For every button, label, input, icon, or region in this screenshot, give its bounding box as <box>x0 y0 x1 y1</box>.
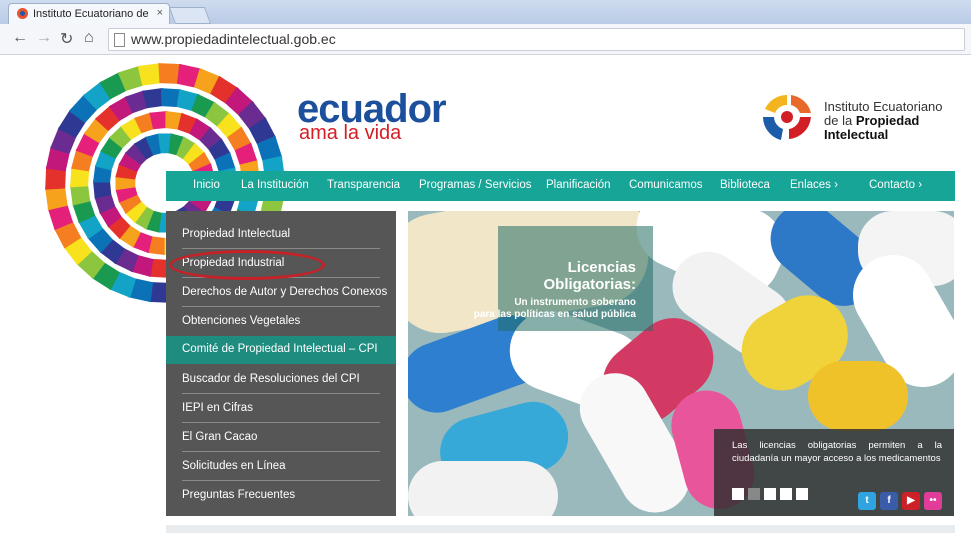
sidebar-item-label: Preguntas Frecuentes <box>182 489 296 501</box>
hero-banner[interactable]: Licencias Obligatorias: Un instrumento s… <box>408 211 954 516</box>
hero-title: Licencias Obligatorias: <box>488 259 636 293</box>
sidebar-item-label: IEPI en Cifras <box>182 402 253 414</box>
sidebar-item-label: Derechos de Autor y Derechos Conexos <box>182 286 388 298</box>
browser-tab[interactable]: Instituto Ecuatoriano de la × <box>8 3 170 25</box>
hero-subtitle: Un instrumento soberano para las polític… <box>428 297 636 321</box>
nav-planificacion[interactable]: Planificación <box>546 179 611 191</box>
institute-line1: Instituto Ecuatoriano <box>824 99 943 114</box>
nav-la-institucion[interactable]: La Institución <box>241 179 309 191</box>
twitter-icon[interactable]: t <box>858 492 876 510</box>
sidebar-item-solicitudes-en-linea[interactable]: Solicitudes en Línea <box>166 453 396 481</box>
footer-strip <box>166 525 955 533</box>
hero-caption-panel: Las licencias obligatorias permiten a la… <box>714 429 954 516</box>
nav-biblioteca[interactable]: Biblioteca <box>720 179 770 191</box>
divider <box>182 422 380 423</box>
url-text: www.propiedadintelectual.gob.ec <box>131 31 336 47</box>
page-icon <box>114 33 125 47</box>
sidebar-item-propiedad-intelectual[interactable]: Propiedad Intelectual <box>166 221 396 249</box>
browser-toolbar: ← → ↻ ⌂ www.propiedadintelectual.gob.ec <box>0 24 971 55</box>
hero-title-line2: Obligatorias: <box>543 276 636 293</box>
hero-sub-line1: Un instrumento soberano <box>514 297 636 308</box>
reload-icon[interactable]: ↻ <box>60 29 73 49</box>
carousel-dot[interactable] <box>764 488 776 500</box>
institute-name: Instituto Ecuatoriano de la Propiedad In… <box>824 100 943 142</box>
carousel-dot[interactable] <box>732 488 744 500</box>
carousel-dots <box>732 487 812 505</box>
tab-close-icon[interactable]: × <box>157 7 163 19</box>
institute-line3: Intelectual <box>824 127 889 142</box>
favicon-icon <box>17 8 28 19</box>
new-tab-button[interactable] <box>168 7 212 24</box>
nav-programas-servicios[interactable]: Programas / Servicios <box>419 179 531 191</box>
divider <box>182 393 380 394</box>
social-links: t f ▶ •• <box>854 490 942 510</box>
carousel-dot[interactable] <box>796 488 808 500</box>
sidebar-item-buscador-resoluciones[interactable]: Buscador de Resoluciones del CPI <box>166 366 396 394</box>
hero-sub-line2: para las políticas en salud pública <box>473 309 636 320</box>
forward-icon[interactable]: → <box>36 29 52 47</box>
sidebar-item-comite-cpi[interactable]: Comité de Propiedad Intelectual – CPI <box>166 336 396 364</box>
hero-title-line1: Licencias <box>567 259 636 276</box>
sidebar-item-label: El Gran Cacao <box>182 431 258 443</box>
carousel-dot[interactable] <box>748 488 760 500</box>
sidebar-item-label: Buscador de Resoluciones del CPI <box>182 373 360 385</box>
carousel-dot[interactable] <box>780 488 792 500</box>
institute-line2-bold: Propiedad <box>855 113 920 128</box>
sidebar-item-label: Obtenciones Vegetales <box>182 315 301 327</box>
facebook-icon[interactable]: f <box>880 492 898 510</box>
sidebar-item-derechos-de-autor[interactable]: Derechos de Autor y Derechos Conexos <box>166 279 396 307</box>
sidebar-item-preguntas-frecuentes[interactable]: Preguntas Frecuentes <box>166 482 396 510</box>
iepi-logo-icon <box>763 94 811 140</box>
sidebar-item-el-gran-cacao[interactable]: El Gran Cacao <box>166 424 396 452</box>
address-bar[interactable]: www.propiedadintelectual.gob.ec <box>108 28 965 51</box>
divider <box>182 451 380 452</box>
nav-enlaces[interactable]: Enlaces › <box>790 179 838 191</box>
back-icon[interactable]: ← <box>12 29 28 47</box>
sidebar-item-label: Solicitudes en Línea <box>182 460 286 472</box>
nav-contacto[interactable]: Contacto › <box>869 179 922 191</box>
hero-caption: Las licencias obligatorias permiten a la… <box>732 440 942 464</box>
nav-comunicamos[interactable]: Comunicamos <box>629 179 703 191</box>
divider <box>182 480 380 481</box>
sidebar-item-iepi-en-cifras[interactable]: IEPI en Cifras <box>166 395 396 423</box>
flickr-icon[interactable]: •• <box>924 492 942 510</box>
nav-transparencia[interactable]: Transparencia <box>327 179 400 191</box>
nav-inicio[interactable]: Inicio <box>193 179 220 191</box>
sidebar-item-label: Propiedad Intelectual <box>182 228 291 240</box>
institute-line2-prefix: de la <box>824 113 856 128</box>
sidebar-item-label: Comité de Propiedad Intelectual – CPI <box>182 343 378 355</box>
home-icon[interactable]: ⌂ <box>84 29 94 47</box>
main-nav: Inicio La Institución Transparencia Prog… <box>166 171 955 201</box>
sidebar-item-obtenciones-vegetales[interactable]: Obtenciones Vegetales <box>166 308 396 336</box>
youtube-icon[interactable]: ▶ <box>902 492 920 510</box>
divider <box>182 248 380 249</box>
divider <box>182 306 380 307</box>
highlight-ring <box>169 250 325 280</box>
brand-ama-la-vida: ama la vida <box>299 122 402 144</box>
tab-title: Instituto Ecuatoriano de la <box>33 8 151 20</box>
tab-bar: Instituto Ecuatoriano de la × <box>0 0 971 25</box>
